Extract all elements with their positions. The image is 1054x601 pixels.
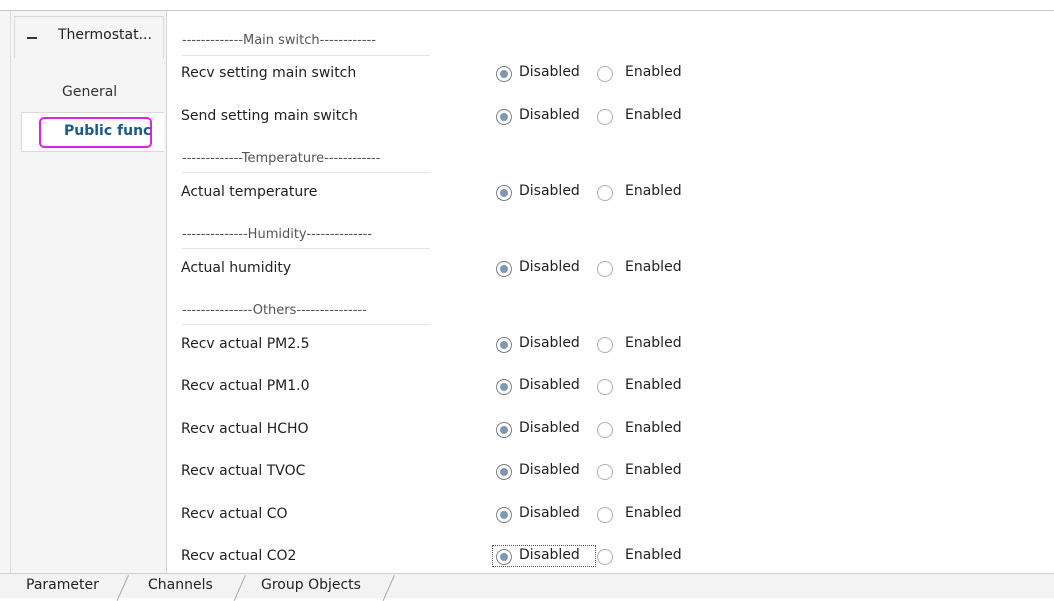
section-header-humidity: --------------Humidity-------------- xyxy=(182,227,373,242)
radio-label-disabled: Disabled xyxy=(519,183,580,199)
radio-disabled[interactable] xyxy=(496,422,512,438)
tab-separator xyxy=(382,575,395,601)
radio-label-disabled: Disabled xyxy=(519,505,580,521)
radio-label-disabled: Disabled xyxy=(519,420,580,436)
tab-channels[interactable]: Channels xyxy=(148,577,213,593)
radio-label-enabled: Enabled xyxy=(625,183,682,199)
tab-group-objects[interactable]: Group Objects xyxy=(261,577,361,593)
radio-label-enabled: Enabled xyxy=(625,64,682,80)
param-label: Actual humidity xyxy=(181,260,292,276)
param-label: Recv actual HCHO xyxy=(181,421,309,437)
tab-separator xyxy=(116,575,129,601)
radio-label-enabled: Enabled xyxy=(625,547,682,563)
param-label: Recv actual CO xyxy=(181,506,288,522)
radio-label-enabled: Enabled xyxy=(625,335,682,351)
tree-node-label: Thermostat... xyxy=(58,27,152,43)
radio-label-enabled: Enabled xyxy=(625,462,682,478)
radio-disabled[interactable] xyxy=(496,549,512,565)
radio-enabled[interactable] xyxy=(597,261,613,277)
radio-enabled[interactable] xyxy=(597,549,613,565)
section-divider xyxy=(182,324,430,325)
radio-label-enabled: Enabled xyxy=(625,377,682,393)
tree-node-thermostat[interactable]: Thermostat... xyxy=(14,16,164,58)
radio-label-disabled: Disabled xyxy=(519,107,580,123)
parameter-panel: -------------Main switch------------ Rec… xyxy=(167,11,1054,573)
radio-enabled[interactable] xyxy=(597,464,613,480)
radio-enabled[interactable] xyxy=(597,507,613,523)
param-label: Actual temperature xyxy=(181,184,318,200)
section-header-others: ---------------Others--------------- xyxy=(182,303,367,318)
section-divider xyxy=(182,248,430,249)
radio-enabled[interactable] xyxy=(597,109,613,125)
radio-label-disabled: Disabled xyxy=(519,259,580,275)
radio-label-enabled: Enabled xyxy=(625,259,682,275)
radio-label-disabled: Disabled xyxy=(519,547,580,563)
radio-disabled[interactable] xyxy=(496,337,512,353)
radio-enabled[interactable] xyxy=(597,337,613,353)
radio-enabled[interactable] xyxy=(597,422,613,438)
section-divider xyxy=(182,172,430,173)
tab-parameter[interactable]: Parameter xyxy=(26,577,99,593)
param-label: Send setting main switch xyxy=(181,108,358,124)
radio-enabled[interactable] xyxy=(597,185,613,201)
bottom-tab-bar: Parameter Channels Group Objects xyxy=(0,573,1054,601)
radio-label-enabled: Enabled xyxy=(625,420,682,436)
radio-enabled[interactable] xyxy=(597,379,613,395)
radio-disabled[interactable] xyxy=(496,261,512,277)
sidebar-item-public-func-label: Public func xyxy=(64,123,152,139)
section-header-temperature: -------------Temperature------------ xyxy=(182,151,381,166)
tab-separator xyxy=(233,575,246,601)
radio-label-disabled: Disabled xyxy=(519,64,580,80)
param-label: Recv actual PM2.5 xyxy=(181,336,310,352)
collapse-icon[interactable] xyxy=(27,37,37,39)
param-label: Recv actual CO2 xyxy=(181,548,297,564)
radio-label-disabled: Disabled xyxy=(519,335,580,351)
sidebar-item-general[interactable]: General xyxy=(62,84,117,100)
section-header-main-switch: -------------Main switch------------ xyxy=(182,33,376,48)
radio-disabled[interactable] xyxy=(496,379,512,395)
param-label: Recv setting main switch xyxy=(181,65,357,81)
radio-label-disabled: Disabled xyxy=(519,377,580,393)
sidebar-tree-line xyxy=(10,11,11,573)
param-label: Recv actual PM1.0 xyxy=(181,378,310,394)
radio-enabled[interactable] xyxy=(597,66,613,82)
radio-label-disabled: Disabled xyxy=(519,462,580,478)
radio-disabled[interactable] xyxy=(496,185,512,201)
param-label: Recv actual TVOC xyxy=(181,463,306,479)
radio-disabled[interactable] xyxy=(496,66,512,82)
radio-disabled[interactable] xyxy=(496,109,512,125)
radio-label-enabled: Enabled xyxy=(625,505,682,521)
radio-disabled[interactable] xyxy=(496,507,512,523)
radio-disabled[interactable] xyxy=(496,464,512,480)
section-divider xyxy=(182,55,430,56)
radio-label-enabled: Enabled xyxy=(625,107,682,123)
